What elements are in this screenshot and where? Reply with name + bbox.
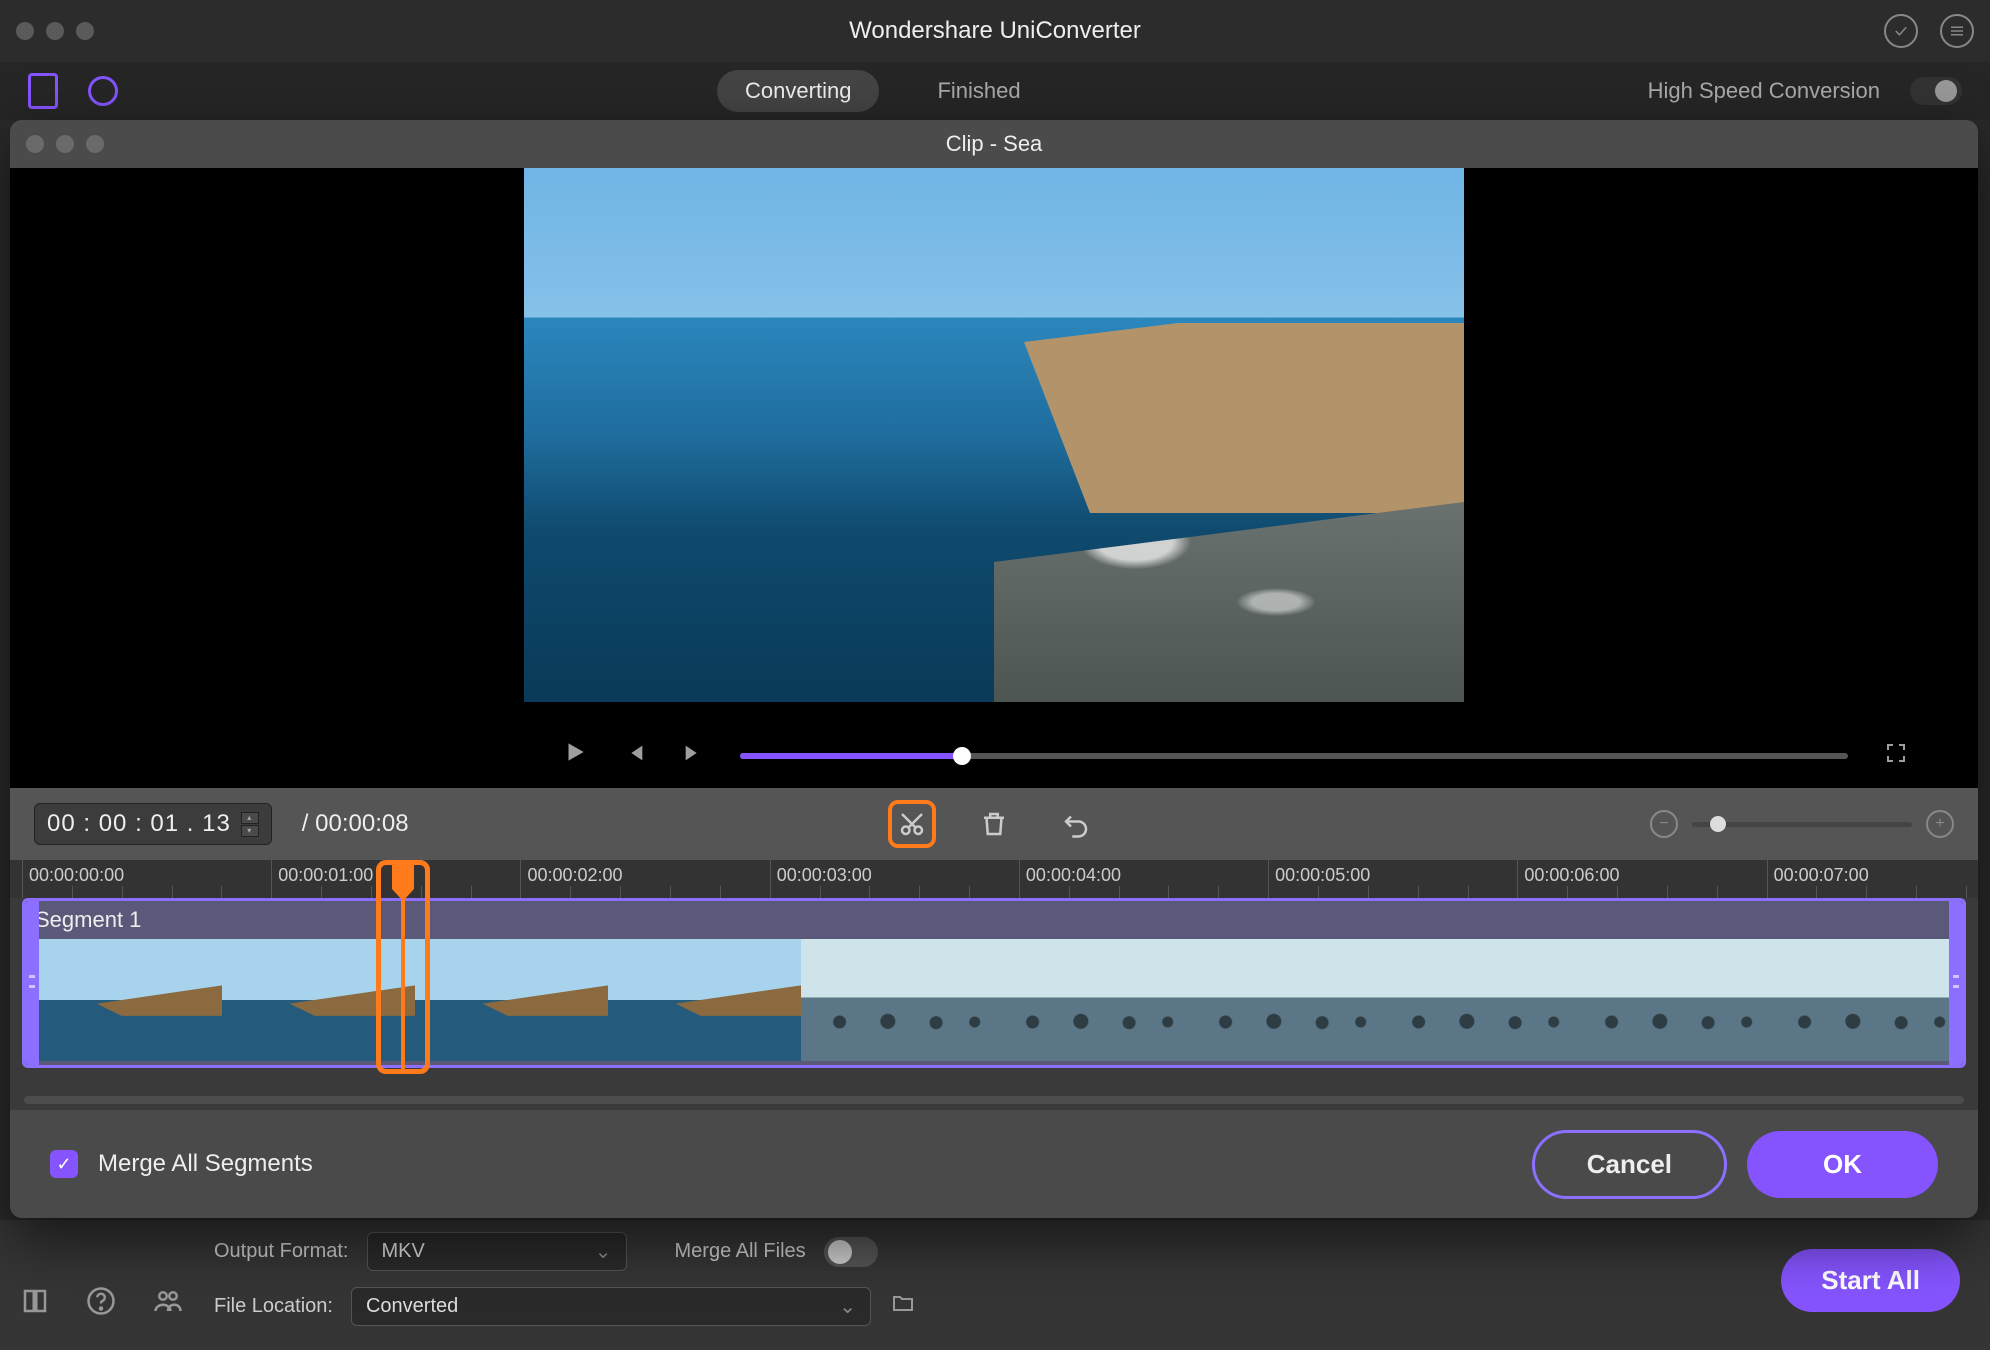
- time-input[interactable]: 00 : 00 : 01 . 13 ▴ ▾: [34, 803, 272, 845]
- ruler-tick: 00:00:01:00: [271, 860, 272, 898]
- prev-frame-button[interactable]: [624, 740, 646, 771]
- open-folder-icon[interactable]: [889, 1291, 917, 1322]
- cut-button[interactable]: [888, 800, 936, 848]
- refresh-icon[interactable]: [88, 76, 118, 106]
- zoom-out-button[interactable]: −: [1650, 810, 1678, 838]
- zoom-knob[interactable]: [1710, 816, 1726, 832]
- cancel-button[interactable]: Cancel: [1532, 1130, 1727, 1199]
- playback-controls: [10, 739, 1978, 772]
- ruler-tick: 00:00:04:00: [1019, 860, 1020, 898]
- ruler-tick: 00:00:05:00: [1268, 860, 1269, 898]
- file-location-value: Converted: [366, 1295, 458, 1318]
- merge-all-files-label: Merge All Files: [675, 1240, 806, 1263]
- tab-converting[interactable]: Converting: [717, 70, 879, 112]
- segment-1[interactable]: Segment 1: [22, 898, 1966, 1068]
- ruler-tick-label: 00:00:00:00: [29, 865, 124, 886]
- merge-segments-checkbox[interactable]: ✓: [50, 1150, 78, 1178]
- video-frame[interactable]: [524, 168, 1464, 702]
- ruler-tick: 00:00:02:00: [520, 860, 521, 898]
- video-preview: [10, 168, 1978, 788]
- output-format-dropdown[interactable]: MKV ⌄: [367, 1232, 627, 1271]
- ruler-tick-label: 00:00:06:00: [1524, 865, 1619, 886]
- ruler-tick-label: 00:00:01:00: [278, 865, 373, 886]
- timeline-ruler[interactable]: 00:00:00:00 00:00:01:00 00:00:02:00 00:00:0…: [10, 860, 1978, 898]
- close-window-icon[interactable]: [16, 22, 34, 40]
- segment-right-handle[interactable]: [1949, 901, 1963, 1065]
- add-file-icon[interactable]: [28, 73, 58, 109]
- segment-thumbnails: [29, 939, 1959, 1061]
- maximize-window-icon[interactable]: [76, 22, 94, 40]
- merge-all-files-toggle[interactable]: [824, 1237, 878, 1267]
- clip-titlebar: Clip - Sea: [10, 120, 1978, 168]
- ruler-tick-label: 00:00:07:00: [1774, 865, 1869, 886]
- main-traffic-lights[interactable]: [16, 22, 94, 40]
- close-window-icon[interactable]: [26, 135, 44, 153]
- main-titlebar: Wondershare UniConverter: [0, 0, 1990, 62]
- clip-footer: ✓ Merge All Segments Cancel OK: [10, 1110, 1978, 1218]
- output-format-label: Output Format:: [214, 1240, 349, 1263]
- ruler-tick: 00:00:07:00: [1767, 860, 1768, 898]
- merge-segments-label: Merge All Segments: [98, 1150, 313, 1178]
- current-time-value: 00 : 00 : 01 . 13: [47, 810, 231, 838]
- timeline-scrollbar[interactable]: [24, 1096, 1964, 1104]
- maximize-window-icon[interactable]: [86, 135, 104, 153]
- main-bottom-bar: Output Format: MKV ⌄ Merge All Files Fil…: [0, 1220, 1990, 1350]
- clip-window: Clip - Sea 00 : 00 :: [10, 120, 1978, 1218]
- chevron-down-icon: ⌄: [839, 1294, 856, 1319]
- segment-left-handle[interactable]: [25, 901, 39, 1065]
- zoom-slider[interactable]: [1692, 822, 1912, 827]
- fullscreen-button[interactable]: [1884, 741, 1908, 771]
- ruler-tick-label: 00:00:02:00: [527, 865, 622, 886]
- help-icon[interactable]: [86, 1286, 116, 1323]
- tab-finished[interactable]: Finished: [909, 70, 1048, 112]
- ruler-tick: 00:00:00:00: [22, 860, 23, 898]
- file-location-label: File Location:: [214, 1295, 333, 1318]
- clip-traffic-lights[interactable]: [26, 135, 104, 153]
- chevron-down-icon: ⌄: [595, 1239, 612, 1264]
- zoom-in-button[interactable]: +: [1926, 810, 1954, 838]
- account-icon[interactable]: [1884, 14, 1918, 48]
- ruler-tick-label: 00:00:04:00: [1026, 865, 1121, 886]
- minimize-window-icon[interactable]: [56, 135, 74, 153]
- segment-area: Segment 1: [22, 898, 1966, 1068]
- ok-button[interactable]: OK: [1747, 1131, 1938, 1198]
- file-location-dropdown[interactable]: Converted ⌄: [351, 1287, 871, 1326]
- ruler-tick: 00:00:03:00: [770, 860, 771, 898]
- book-icon[interactable]: [20, 1286, 50, 1323]
- main-title: Wondershare UniConverter: [849, 17, 1141, 45]
- undo-button[interactable]: [1052, 800, 1100, 848]
- highspeed-toggle[interactable]: [1910, 77, 1962, 105]
- output-format-value: MKV: [382, 1240, 425, 1263]
- menu-icon[interactable]: [1940, 14, 1974, 48]
- play-button[interactable]: [562, 739, 588, 772]
- next-frame-button[interactable]: [682, 740, 704, 771]
- progress-knob[interactable]: [953, 747, 971, 765]
- step-up-icon[interactable]: ▴: [241, 812, 259, 824]
- people-icon[interactable]: [152, 1286, 184, 1323]
- main-tabs: Converting Finished High Speed Conversio…: [0, 62, 1990, 120]
- timeline: 00:00:00:00 00:00:01:00 00:00:02:00 00:00:0…: [10, 860, 1978, 1110]
- ruler-tick: 00:00:06:00: [1517, 860, 1518, 898]
- total-time: / 00:00:08: [302, 810, 409, 838]
- time-stepper[interactable]: ▴ ▾: [241, 812, 259, 837]
- segment-label: Segment 1: [35, 907, 141, 933]
- minimize-window-icon[interactable]: [46, 22, 64, 40]
- ruler-tick-label: 00:00:03:00: [777, 865, 872, 886]
- clip-toolbar: 00 : 00 : 01 . 13 ▴ ▾ / 00:00:08 − +: [10, 788, 1978, 860]
- highspeed-label: High Speed Conversion: [1648, 78, 1880, 104]
- step-down-icon[interactable]: ▾: [241, 825, 259, 837]
- delete-button[interactable]: [970, 800, 1018, 848]
- clip-title: Clip - Sea: [946, 131, 1043, 157]
- ruler-tick-label: 00:00:05:00: [1275, 865, 1370, 886]
- start-all-button[interactable]: Start All: [1781, 1249, 1960, 1312]
- progress-bar[interactable]: [740, 753, 1848, 759]
